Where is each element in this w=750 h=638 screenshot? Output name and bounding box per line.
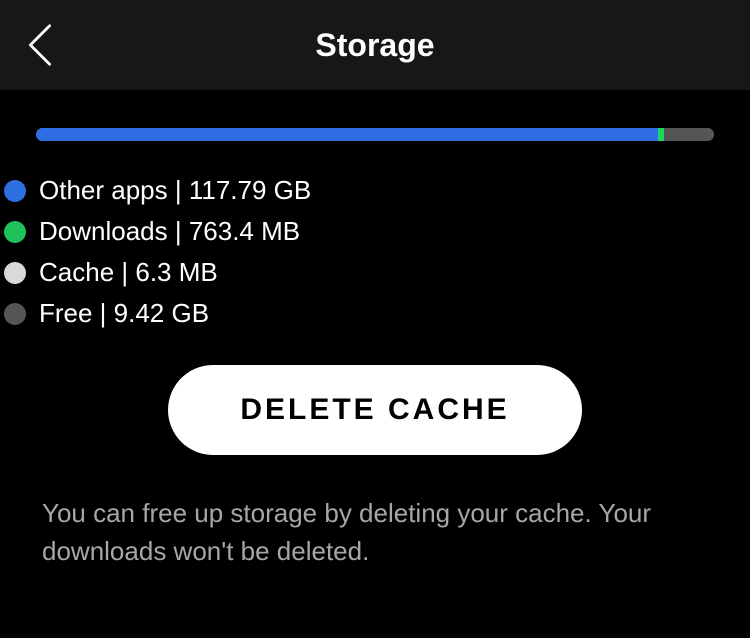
back-button[interactable] [20, 25, 60, 65]
legend-label: Cache | 6.3 MB [39, 257, 218, 288]
legend-dot [4, 180, 26, 202]
legend-label: Other apps | 117.79 GB [39, 175, 311, 206]
legend-label: Free | 9.42 GB [39, 298, 209, 329]
storage-segment [664, 128, 713, 141]
legend-item: Downloads | 763.4 MB [4, 216, 714, 247]
legend-item: Cache | 6.3 MB [4, 257, 714, 288]
page-title: Storage [315, 27, 434, 64]
storage-segment [36, 128, 658, 141]
content: Other apps | 117.79 GB Downloads | 763.4 … [0, 90, 750, 570]
help-text: You can free up storage by deleting your… [36, 495, 714, 570]
storage-bar [36, 128, 714, 141]
legend-dot [4, 221, 26, 243]
legend-item: Other apps | 117.79 GB [4, 175, 714, 206]
delete-cache-button[interactable]: DELETE CACHE [168, 365, 581, 455]
storage-legend: Other apps | 117.79 GB Downloads | 763.4 … [4, 175, 714, 329]
legend-dot [4, 262, 26, 284]
legend-dot [4, 303, 26, 325]
button-container: DELETE CACHE [36, 365, 714, 455]
legend-item: Free | 9.42 GB [4, 298, 714, 329]
chevron-left-icon [26, 23, 54, 67]
legend-label: Downloads | 763.4 MB [39, 216, 300, 247]
header: Storage [0, 0, 750, 90]
